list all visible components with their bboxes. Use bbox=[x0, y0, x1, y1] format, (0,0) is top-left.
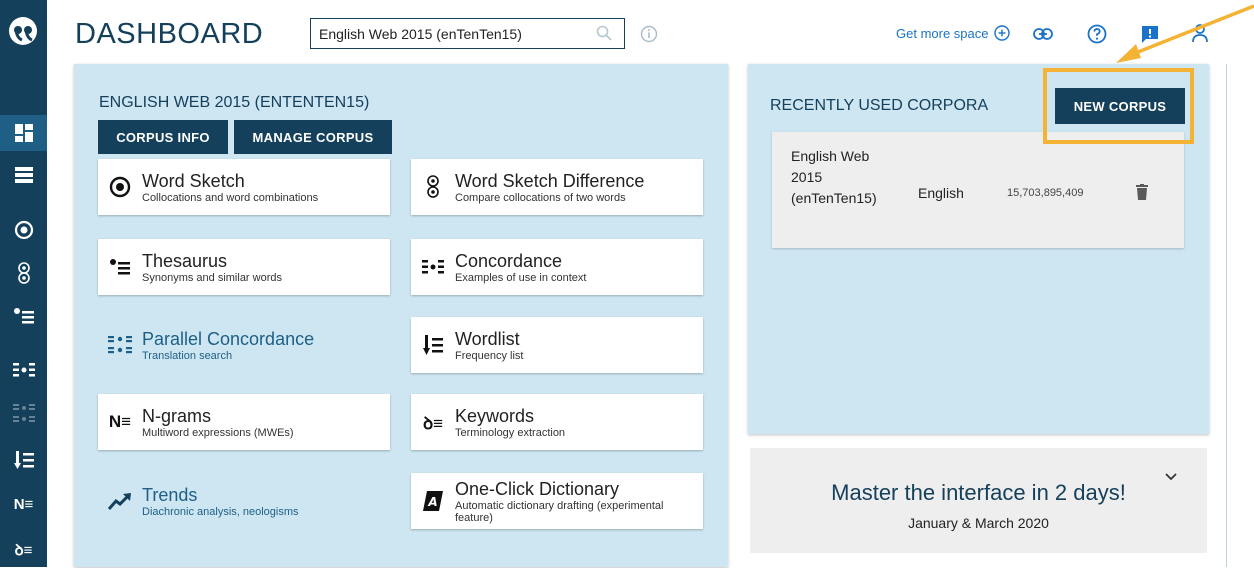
word-sketch-icon bbox=[14, 220, 33, 240]
tool-desc: Examples of use in context bbox=[455, 271, 587, 284]
concordance-icon bbox=[12, 363, 35, 377]
right-divider bbox=[1226, 64, 1227, 567]
tool-desc: Translation search bbox=[142, 349, 233, 362]
parallel-concordance-icon bbox=[108, 336, 132, 354]
page-title: DASHBOARD bbox=[75, 18, 264, 50]
tool-word-sketch-difference[interactable]: Word Sketch Difference Compare collocatio… bbox=[411, 159, 703, 215]
corpus-size: 15,703,895,409 bbox=[1007, 187, 1084, 199]
keywords-icon: ꝺ≡ bbox=[14, 542, 33, 559]
new-corpus-highlight bbox=[1043, 68, 1194, 144]
tool-desc: Synonyms and similar words bbox=[142, 271, 282, 284]
tool-name: Thesaurus bbox=[142, 250, 228, 271]
user-icon[interactable] bbox=[1192, 24, 1208, 42]
ngrams-icon: N≡ bbox=[13, 495, 34, 513]
promo-banner[interactable]: Master the interface in 2 days! January … bbox=[750, 448, 1207, 553]
sidebar-word-sketch[interactable] bbox=[0, 212, 47, 248]
dictionary-icon: A bbox=[423, 491, 443, 511]
manage-corpus-button[interactable]: MANAGE CORPUS bbox=[234, 120, 392, 154]
sidebar-corpora-list[interactable] bbox=[0, 157, 47, 193]
tool-name: Trends bbox=[142, 484, 198, 505]
link-icon[interactable] bbox=[1033, 28, 1053, 40]
sidebar: N≡ ꝺ≡ bbox=[0, 0, 47, 567]
corpus-title: ENGLISH WEB 2015 (ENTENTEN15) bbox=[99, 94, 370, 111]
tool-parallel-concordance[interactable]: Parallel Concordance Translation search bbox=[98, 317, 390, 373]
sidebar-thesaurus[interactable] bbox=[0, 298, 47, 334]
promo-title: Master the interface in 2 days! bbox=[831, 480, 1126, 505]
tool-keywords[interactable]: ꝺ≡ Keywords Terminology extraction bbox=[411, 394, 703, 450]
list-icon bbox=[14, 167, 33, 183]
tool-name: Word Sketch bbox=[142, 170, 245, 191]
tool-name: Parallel Concordance bbox=[142, 328, 315, 349]
tool-name: Keywords bbox=[455, 405, 535, 426]
sidebar-dashboard[interactable] bbox=[0, 115, 47, 151]
app-logo[interactable] bbox=[6, 14, 40, 48]
tool-desc: Frequency list bbox=[455, 349, 524, 362]
tool-name: N-grams bbox=[142, 405, 212, 426]
svg-text:A: A bbox=[427, 495, 437, 509]
recent-corpora-title: RECENTLY USED CORPORA bbox=[770, 97, 989, 114]
tool-name: Wordlist bbox=[455, 328, 520, 349]
concordance-icon bbox=[422, 260, 444, 274]
sidebar-concordance[interactable] bbox=[0, 352, 47, 388]
tool-ngrams[interactable]: N≡ N-grams Multiword expressions (MWEs) bbox=[98, 394, 390, 450]
trends-icon bbox=[108, 493, 131, 510]
thesaurus-icon bbox=[13, 308, 34, 324]
word-sketch-difference-icon bbox=[427, 175, 439, 198]
corpus-search[interactable] bbox=[310, 18, 625, 49]
get-more-space-label: Get more space bbox=[896, 25, 989, 41]
tool-name: Word Sketch Difference bbox=[455, 170, 645, 191]
chevron-down-icon[interactable] bbox=[1165, 473, 1177, 481]
feedback-icon[interactable] bbox=[1140, 24, 1160, 44]
get-more-space-link[interactable]: Get more space bbox=[896, 25, 1010, 41]
corpus-info-button[interactable]: CORPUS INFO bbox=[98, 120, 228, 154]
corpus-name[interactable]: English Web 2015 (enTenTen15) bbox=[791, 146, 891, 209]
dashboard-icon bbox=[14, 124, 33, 142]
sidebar-wordlist[interactable] bbox=[0, 442, 47, 478]
tool-one-click-dictionary[interactable]: A One-Click Dictionary Automatic dictiona… bbox=[411, 473, 703, 529]
corpus-search-input[interactable] bbox=[319, 25, 589, 42]
recent-corpus-row[interactable]: English Web 2015 (enTenTen15) English 15… bbox=[772, 132, 1184, 248]
tool-desc: Collocations and word combinations bbox=[142, 191, 319, 204]
parallel-concordance-icon bbox=[12, 404, 35, 422]
tool-concordance[interactable]: Concordance Examples of use in context bbox=[411, 239, 703, 295]
corpus-panel: ENGLISH WEB 2015 (ENTENTEN15) CORPUS INF… bbox=[74, 64, 728, 567]
tool-word-sketch[interactable]: Word Sketch Collocations and word combina… bbox=[98, 159, 390, 215]
tool-desc: Terminology extraction bbox=[455, 426, 566, 439]
tool-thesaurus[interactable]: Thesaurus Synonyms and similar words bbox=[98, 239, 390, 295]
thesaurus-icon bbox=[110, 259, 130, 275]
word-sketch-icon bbox=[109, 176, 131, 198]
search-icon[interactable] bbox=[596, 25, 612, 41]
sidebar-keywords[interactable]: ꝺ≡ bbox=[0, 532, 47, 568]
sidebar-word-sketch-difference[interactable] bbox=[0, 255, 47, 291]
tool-trends[interactable]: Trends Diachronic analysis, neologisms bbox=[98, 473, 390, 529]
corpus-language: English bbox=[918, 185, 964, 201]
sidebar-ngrams[interactable]: N≡ bbox=[0, 486, 47, 522]
wordlist-icon bbox=[13, 451, 34, 469]
tool-name: One-Click Dictionary bbox=[455, 478, 620, 499]
promo-subtitle: January & March 2020 bbox=[908, 515, 1049, 531]
tool-desc: Automatic dictionary drafting (experimen… bbox=[455, 499, 664, 524]
sidebar-parallel-concordance[interactable] bbox=[0, 396, 47, 432]
tool-name: Concordance bbox=[455, 250, 563, 271]
tool-desc: Diachronic analysis, neologisms bbox=[142, 505, 299, 518]
tool-desc: Multiword expressions (MWEs) bbox=[142, 426, 294, 439]
info-icon[interactable] bbox=[640, 25, 658, 43]
plus-circle-icon bbox=[993, 25, 1010, 41]
tool-wordlist[interactable]: Wordlist Frequency list bbox=[411, 317, 703, 373]
trash-icon[interactable] bbox=[1136, 184, 1148, 200]
tool-desc: Compare collocations of two words bbox=[455, 191, 626, 204]
word-sketch-difference-icon bbox=[17, 262, 30, 284]
wordlist-icon bbox=[423, 335, 443, 355]
ngrams-icon: N≡ bbox=[108, 412, 132, 431]
help-icon[interactable] bbox=[1087, 24, 1107, 44]
keywords-icon: ꝺ≡ bbox=[422, 413, 444, 433]
